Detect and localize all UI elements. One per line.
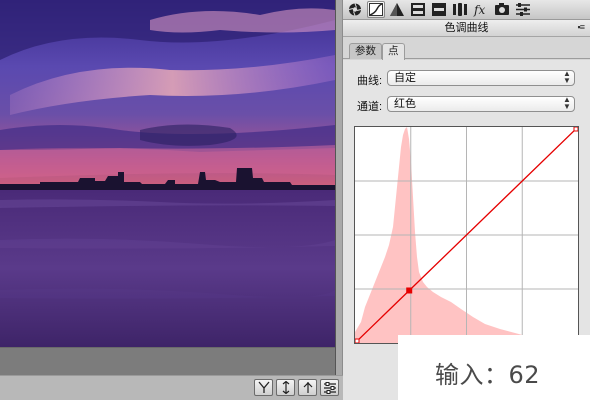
channel-label: 通道: (357, 101, 383, 113)
curve-control-point[interactable] (406, 287, 413, 294)
copy-settings-icon[interactable] (298, 379, 317, 396)
channel-value: 红色 (394, 98, 416, 110)
split-toning-icon[interactable] (430, 1, 448, 18)
tone-curve-graph[interactable] (355, 127, 578, 343)
y-compare-icon[interactable] (254, 379, 273, 396)
panel-title: 色调曲线 (343, 20, 590, 37)
image-preview[interactable] (0, 0, 335, 347)
tone-curve-editor[interactable] (354, 126, 579, 344)
tab-point[interactable]: 点 (382, 43, 405, 60)
status-bar (0, 375, 343, 400)
aperture-icon[interactable] (346, 1, 364, 18)
select-arrows-icon: ▲ ▼ (563, 95, 571, 111)
detail-triangle-icon[interactable] (388, 1, 406, 18)
curve-preset-value: 自定 (394, 72, 416, 84)
lens-correction-icon[interactable] (451, 1, 469, 18)
panel-divider[interactable] (335, 0, 343, 375)
input-value-overlay: 输入：62 (398, 335, 590, 400)
select-arrows-icon: ▲ ▼ (563, 69, 571, 85)
channel-select[interactable]: 红色 ▲ ▼ (387, 96, 575, 112)
presets-icon[interactable] (514, 1, 532, 18)
preview-footer (0, 347, 335, 375)
preview-photo (0, 0, 335, 347)
curve-control-point[interactable] (355, 338, 360, 343)
panel-toolbar: fx (343, 0, 590, 20)
effects-fx-icon[interactable]: fx (472, 1, 490, 18)
hsl-icon[interactable] (409, 1, 427, 18)
curve-control-point[interactable] (573, 127, 578, 132)
curve-label: 曲线: (357, 75, 383, 87)
tab-parametric[interactable]: 参数 (349, 43, 382, 59)
swap-icon[interactable] (276, 379, 295, 396)
input-value-text: 输入：62 (435, 361, 541, 389)
svg-text:fx: fx (473, 3, 485, 17)
curve-preset-select[interactable]: 自定 ▲ ▼ (387, 70, 575, 86)
tone-curve-icon[interactable] (367, 1, 385, 18)
panel-menu-icon[interactable]: ▪≡ (578, 22, 586, 32)
tab-bar: 参数 点 (343, 38, 590, 60)
settings-toggle-icon[interactable] (320, 379, 339, 396)
camera-calibration-icon[interactable] (493, 1, 511, 18)
